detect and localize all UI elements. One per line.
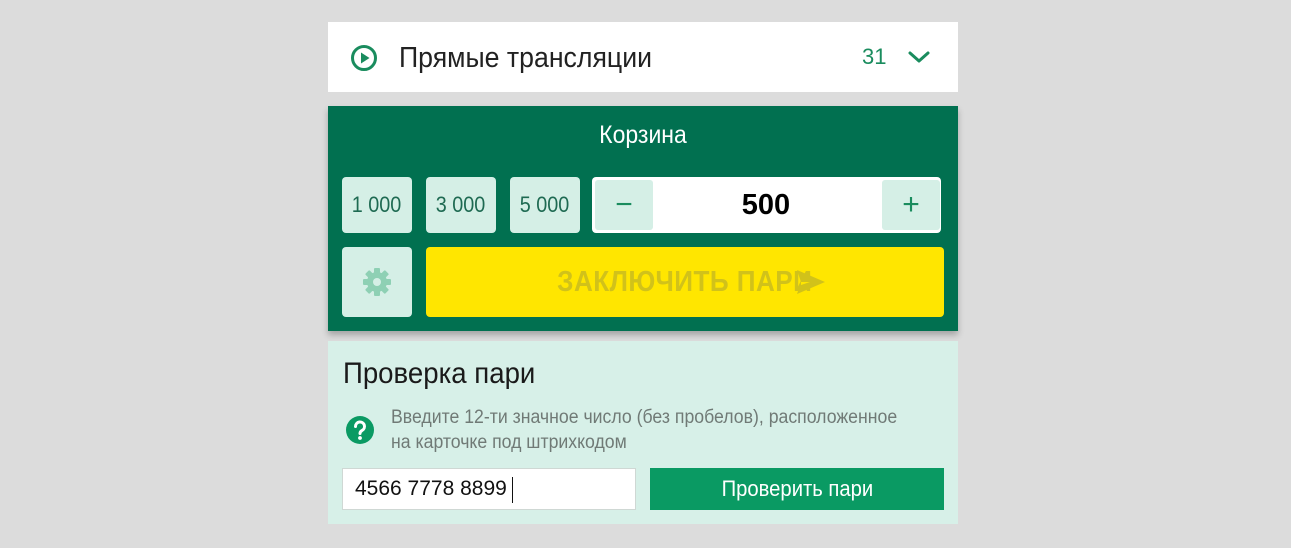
- stake-amount-input[interactable]: 500: [652, 180, 880, 230]
- live-broadcasts-count: 31: [862, 44, 887, 69]
- gear-icon: [363, 268, 391, 296]
- preset-stake-label: 5 000: [520, 192, 570, 217]
- increase-stake-button[interactable]: +: [882, 180, 940, 230]
- question-circle-icon: [346, 416, 374, 444]
- check-bet-label: Проверить пари: [721, 476, 873, 501]
- cart-title: Корзина: [599, 121, 687, 149]
- preset-stake-button[interactable]: 1 000: [342, 177, 412, 233]
- preset-stake-label: 1 000: [352, 192, 402, 217]
- bet-settings-button[interactable]: [342, 247, 412, 317]
- play-circle-icon: [351, 45, 377, 71]
- text-caret: [512, 477, 513, 503]
- live-broadcasts-title: Прямые трансляции: [399, 42, 653, 74]
- place-bet-label: ЗАКЛЮЧИТЬ ПАРИ: [557, 266, 813, 298]
- chevron-down-icon[interactable]: [906, 47, 932, 67]
- bet-check-title: Проверка пари: [343, 357, 536, 390]
- preset-stake-button[interactable]: 5 000: [510, 177, 580, 233]
- bet-check-hint: Введите 12-ти значное число (без пробело…: [391, 407, 898, 453]
- preset-stake-label: 3 000: [436, 192, 486, 217]
- send-icon: [797, 270, 825, 294]
- ticket-number-input[interactable]: [342, 468, 636, 510]
- decrease-stake-button[interactable]: −: [595, 180, 653, 230]
- preset-stake-button[interactable]: 3 000: [426, 177, 496, 233]
- place-bet-button[interactable]: ЗАКЛЮЧИТЬ ПАРИ: [426, 247, 944, 317]
- check-bet-button[interactable]: Проверить пари: [650, 468, 944, 510]
